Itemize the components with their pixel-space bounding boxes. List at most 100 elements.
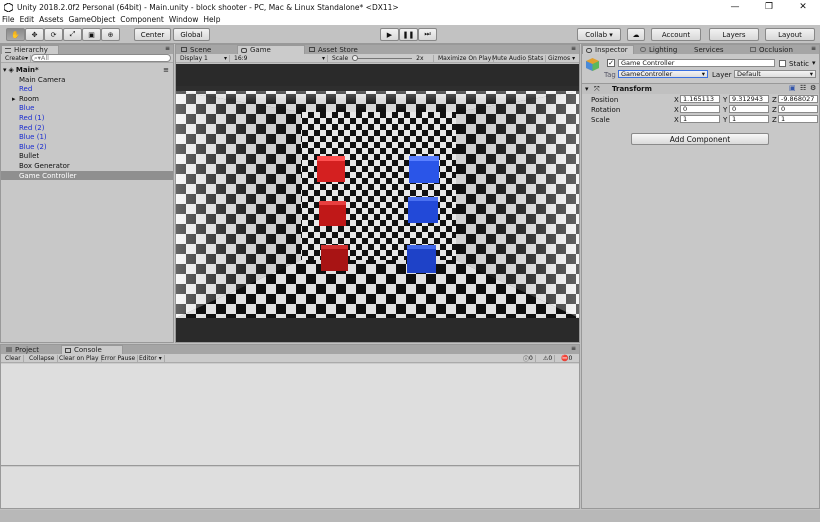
hand-tool-button[interactable]: ✋ (6, 28, 25, 41)
transform-x-field[interactable]: 0 (680, 105, 720, 113)
rect-tool-button[interactable]: ▣ (82, 28, 101, 41)
menu-file[interactable]: File (2, 15, 15, 24)
axis-y-label[interactable]: Y (723, 96, 727, 104)
gizmos-dropdown[interactable]: Gizmos ▾ (546, 55, 577, 62)
cloud-button[interactable]: ☁ (627, 28, 645, 41)
close-button[interactable]: ✕ (786, 2, 820, 12)
rotate-tool-button[interactable]: ⟳ (44, 28, 63, 41)
hierarchy-item[interactable]: Blue (1) (1, 133, 173, 142)
scale-slider[interactable]: Scale 2x (330, 55, 434, 62)
expand-arrow-icon[interactable]: ▸ (12, 95, 16, 103)
hierarchy-item[interactable]: Red (1, 85, 173, 94)
scene-menu-icon[interactable]: ≡ (163, 66, 169, 74)
tab-services[interactable]: Services (682, 45, 734, 54)
aspect-dropdown[interactable]: 16:9 ▾ (232, 55, 328, 62)
axis-z-label[interactable]: Z (772, 116, 777, 124)
axis-x-label[interactable]: X (674, 96, 679, 104)
collab-dropdown[interactable]: Collab ▾ (577, 28, 621, 41)
scale-tool-button[interactable]: ⤢ (63, 28, 82, 41)
transform-y-field[interactable]: 9.312943 (729, 95, 769, 103)
menu-assets[interactable]: Assets (39, 15, 63, 24)
axis-y-label[interactable]: Y (723, 106, 727, 114)
static-dropdown-icon[interactable]: ▾ (812, 59, 816, 67)
panel-menu-icon[interactable]: ≡ (571, 345, 576, 352)
menu-window[interactable]: Window (169, 15, 199, 24)
tab-occlusion[interactable]: Occlusion (747, 45, 807, 54)
hierarchy-item[interactable]: Box Generator (1, 161, 173, 170)
hierarchy-item[interactable]: Bullet (1, 152, 173, 161)
hierarchy-search-input[interactable]: ⌕ ▾All (31, 54, 171, 62)
minimize-button[interactable]: — (718, 2, 752, 12)
hierarchy-item[interactable]: Main Camera (1, 75, 173, 84)
play-button[interactable]: ▶ (380, 28, 399, 41)
transform-header[interactable]: ▾ ⤧ Transform ▣ ☷ ⚙ (582, 83, 819, 94)
pivot-center-button[interactable]: Center (134, 28, 171, 41)
tab-game[interactable]: Game (237, 45, 305, 54)
warning-count-toggle[interactable]: ⚠ 0 (541, 355, 556, 362)
axis-x-label[interactable]: X (674, 106, 679, 114)
hierarchy-item[interactable]: Red (2) (1, 123, 173, 132)
account-dropdown[interactable]: Account (651, 28, 701, 41)
clear-button[interactable]: Clear (3, 355, 24, 362)
mute-audio-toggle[interactable]: Mute Audio (490, 55, 529, 62)
transform-x-field[interactable]: 1 (680, 115, 720, 123)
clear-on-play-toggle[interactable]: Clear on Play (57, 355, 102, 362)
hierarchy-item[interactable]: Red (1) (1, 113, 173, 122)
console-log-area[interactable] (1, 364, 579, 466)
step-button[interactable]: ⏭ (418, 28, 437, 41)
active-checkbox[interactable]: ✓ (607, 59, 615, 67)
pause-button[interactable]: ❚❚ (399, 28, 418, 41)
gear-icon[interactable]: ⚙ (810, 84, 816, 92)
menu-edit[interactable]: Edit (20, 15, 35, 24)
scene-row[interactable]: ▾ ◈ Main* ≡ (1, 65, 173, 74)
display-dropdown[interactable]: Display 1 ▾ (178, 55, 230, 62)
axis-z-label[interactable]: Z (772, 106, 777, 114)
panel-menu-icon[interactable]: ≡ (571, 45, 576, 52)
hierarchy-item[interactable]: Game Controller (1, 171, 173, 180)
error-count-toggle[interactable]: ⛔ 0 (559, 355, 574, 362)
game-viewport[interactable] (176, 64, 579, 342)
tab-inspector[interactable]: Inspector (582, 45, 634, 54)
panel-menu-icon[interactable]: ≡ (165, 45, 170, 52)
help-book-icon[interactable]: ▣ (789, 84, 796, 92)
tab-asset-store[interactable]: Asset Store (306, 45, 376, 54)
maximize-button[interactable]: ❐ (752, 2, 786, 12)
hierarchy-item[interactable]: Blue (1, 104, 173, 113)
layers-dropdown[interactable]: Layers (709, 28, 759, 41)
info-count-toggle[interactable]: ⓘ 0 (521, 355, 536, 363)
static-checkbox[interactable] (779, 60, 786, 67)
tab-console[interactable]: Console (61, 345, 123, 354)
editor-dropdown[interactable]: Editor ▾ (137, 355, 165, 362)
tab-project[interactable]: Project (3, 345, 59, 354)
panel-menu-icon[interactable]: ≡ (811, 45, 816, 52)
global-local-button[interactable]: Global (173, 28, 210, 41)
error-pause-toggle[interactable]: Error Pause (99, 355, 139, 362)
scale-thumb[interactable] (352, 55, 359, 61)
layer-dropdown[interactable]: Default ▾ (734, 70, 816, 78)
tab-hierarchy[interactable]: Hierarchy (1, 45, 59, 54)
tab-scene[interactable]: Scene (178, 45, 236, 54)
stats-toggle[interactable]: Stats (526, 55, 547, 62)
layout-dropdown[interactable]: Layout (765, 28, 815, 41)
axis-x-label[interactable]: X (674, 116, 679, 124)
hierarchy-item[interactable]: ▸ Room (1, 94, 173, 103)
transform-x-field[interactable]: 1.165113 (680, 95, 720, 103)
maximize-on-play-toggle[interactable]: Maximize On Play (436, 55, 495, 62)
create-dropdown[interactable]: Create ▾ (3, 55, 31, 62)
menu-component[interactable]: Component (120, 15, 164, 24)
object-name-field[interactable]: Game Controller (618, 59, 775, 67)
axis-y-label[interactable]: Y (723, 116, 727, 124)
collapse-toggle[interactable]: Collapse (27, 355, 58, 362)
transform-z-field[interactable]: 0 (778, 105, 818, 113)
menu-gameobject[interactable]: GameObject (69, 15, 116, 24)
menu-help[interactable]: Help (203, 15, 220, 24)
transform-tool-button[interactable]: ⊕ (101, 28, 120, 41)
axis-z-label[interactable]: Z (772, 96, 777, 104)
transform-z-field[interactable]: 1 (778, 115, 818, 123)
scale-track[interactable] (352, 55, 413, 61)
transform-z-field[interactable]: -9.868027 (778, 95, 818, 103)
hierarchy-item[interactable]: Blue (2) (1, 142, 173, 151)
add-component-button[interactable]: Add Component (631, 133, 769, 145)
tag-dropdown[interactable]: GameController ▾ (618, 70, 708, 78)
transform-y-field[interactable]: 1 (729, 115, 769, 123)
